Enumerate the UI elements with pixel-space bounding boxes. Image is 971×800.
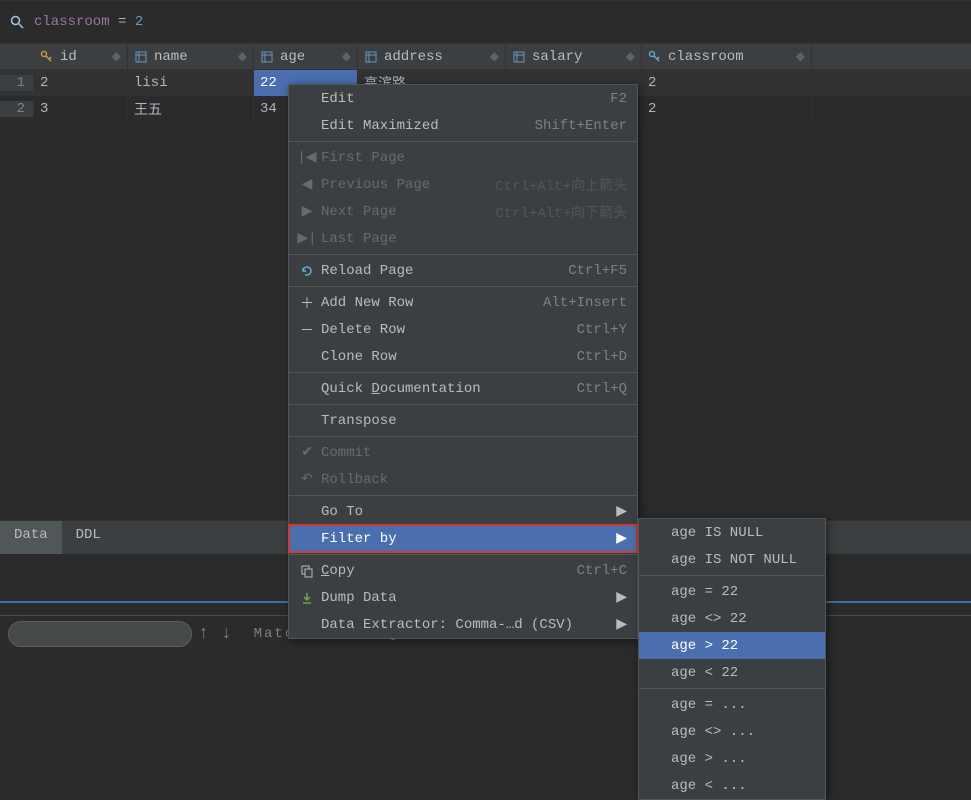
commit-icon: ✔ (297, 444, 317, 461)
filter-bar: classroom = 2 (0, 0, 971, 44)
sort-icon[interactable]: ◆ (112, 49, 121, 64)
submenu-arrow-icon: ▶ (616, 503, 627, 520)
submenu-is-null[interactable]: age IS NULL (639, 519, 825, 546)
cell-classroom[interactable]: 2 (642, 70, 812, 96)
sort-icon[interactable]: ◆ (626, 49, 635, 64)
column-label: classroom (668, 49, 744, 65)
menu-edit[interactable]: EditF2 (289, 85, 637, 112)
menu-separator (289, 254, 637, 255)
key-icon (40, 50, 54, 64)
submenu-lt[interactable]: age < 22 (639, 659, 825, 686)
column-icon (364, 50, 378, 64)
submenu-neq[interactable]: age <> 22 (639, 605, 825, 632)
menu-data-extractor[interactable]: Data Extractor: Comma-…d (CSV)▶ (289, 611, 637, 638)
copy-icon (297, 564, 317, 578)
cell-id[interactable]: 2 (34, 70, 128, 96)
menu-last-page: ▶|Last Page (289, 225, 637, 252)
filter-expression[interactable]: classroom = 2 (34, 14, 143, 30)
menu-separator (639, 688, 825, 689)
menu-add-new-row[interactable]: ＋Add New RowAlt+Insert (289, 289, 637, 316)
menu-reload-page[interactable]: Reload PageCtrl+F5 (289, 257, 637, 284)
sort-icon[interactable]: ◆ (342, 49, 351, 64)
row-number: 1 (0, 75, 34, 91)
menu-separator (289, 495, 637, 496)
download-icon (297, 591, 317, 605)
submenu-arrow-icon: ▶ (616, 530, 627, 547)
menu-next-page: ▶Next PageCtrl+Alt+向下箭头 (289, 198, 637, 225)
cell-name[interactable]: 王五 (128, 96, 254, 122)
menu-separator (289, 372, 637, 373)
menu-separator (289, 286, 637, 287)
menu-edit-maximized[interactable]: Edit MaximizedShift+Enter (289, 112, 637, 139)
submenu-lt-custom[interactable]: age < ... (639, 772, 825, 799)
find-next-icon[interactable]: ↓ (221, 624, 232, 644)
reload-icon (297, 264, 317, 278)
column-header-address[interactable]: address ◆ (358, 44, 506, 69)
sort-icon[interactable]: ◆ (490, 49, 499, 64)
column-icon (512, 50, 526, 64)
menu-delete-row[interactable]: －Delete RowCtrl+Y (289, 316, 637, 343)
context-menu: EditF2 Edit MaximizedShift+Enter |◀First… (288, 84, 638, 639)
menu-rollback: ↶Rollback (289, 466, 637, 493)
sort-icon[interactable]: ◆ (796, 49, 805, 64)
menu-dump-data[interactable]: Dump Data▶ (289, 584, 637, 611)
column-icon (260, 50, 274, 64)
sort-icon[interactable]: ◆ (238, 49, 247, 64)
plus-icon: ＋ (297, 293, 317, 313)
column-label: salary (532, 49, 582, 65)
filter-by-submenu: age IS NULL age IS NOT NULL age = 22 age… (638, 518, 826, 800)
column-header-name[interactable]: name ◆ (128, 44, 254, 69)
menu-clone-row[interactable]: Clone RowCtrl+D (289, 343, 637, 370)
rollback-icon: ↶ (297, 471, 317, 488)
submenu-arrow-icon: ▶ (616, 616, 627, 633)
prev-page-icon: ◀ (297, 176, 317, 193)
column-header-classroom[interactable]: classroom ◆ (642, 44, 812, 69)
menu-commit: ✔Commit (289, 439, 637, 466)
key-icon (648, 50, 662, 64)
first-page-icon: |◀ (297, 149, 317, 166)
menu-filter-by[interactable]: Filter by▶ (289, 525, 637, 552)
cell-id[interactable]: 3 (34, 96, 128, 122)
column-header-age[interactable]: age ◆ (254, 44, 358, 69)
tab-data[interactable]: Data (0, 521, 62, 554)
menu-separator (639, 575, 825, 576)
menu-separator (289, 141, 637, 142)
tab-ddl[interactable]: DDL (62, 521, 115, 554)
find-prev-icon[interactable]: ↑ (198, 624, 209, 644)
column-header-salary[interactable]: salary ◆ (506, 44, 642, 69)
find-input[interactable] (8, 621, 192, 647)
column-label: address (384, 49, 443, 65)
search-icon (8, 13, 26, 31)
menu-separator (289, 404, 637, 405)
submenu-gt[interactable]: age > 22 (639, 632, 825, 659)
menu-copy[interactable]: CopyCtrl+C (289, 557, 637, 584)
submenu-is-not-null[interactable]: age IS NOT NULL (639, 546, 825, 573)
menu-separator (289, 554, 637, 555)
menu-transpose[interactable]: Transpose (289, 407, 637, 434)
table-header-row: id ◆ name ◆ age ◆ address ◆ salary ◆ cla… (0, 44, 971, 70)
column-label: age (280, 49, 305, 65)
cell-name[interactable]: lisi (128, 70, 254, 96)
submenu-eq-custom[interactable]: age = ... (639, 691, 825, 718)
menu-go-to[interactable]: Go To▶ (289, 498, 637, 525)
menu-first-page: |◀First Page (289, 144, 637, 171)
submenu-eq[interactable]: age = 22 (639, 578, 825, 605)
last-page-icon: ▶| (297, 230, 317, 247)
menu-previous-page: ◀Previous PageCtrl+Alt+向上箭头 (289, 171, 637, 198)
menu-separator (289, 436, 637, 437)
column-label: id (60, 49, 77, 65)
submenu-arrow-icon: ▶ (616, 589, 627, 606)
column-label: name (154, 49, 188, 65)
column-icon (134, 50, 148, 64)
submenu-gt-custom[interactable]: age > ... (639, 745, 825, 772)
row-number: 2 (0, 101, 34, 117)
minus-icon: － (297, 320, 317, 340)
submenu-neq-custom[interactable]: age <> ... (639, 718, 825, 745)
menu-quick-documentation[interactable]: Quick DocumentationCtrl+Q (289, 375, 637, 402)
cell-classroom[interactable]: 2 (642, 96, 812, 122)
column-header-id[interactable]: id ◆ (34, 44, 128, 69)
next-page-icon: ▶ (297, 203, 317, 220)
